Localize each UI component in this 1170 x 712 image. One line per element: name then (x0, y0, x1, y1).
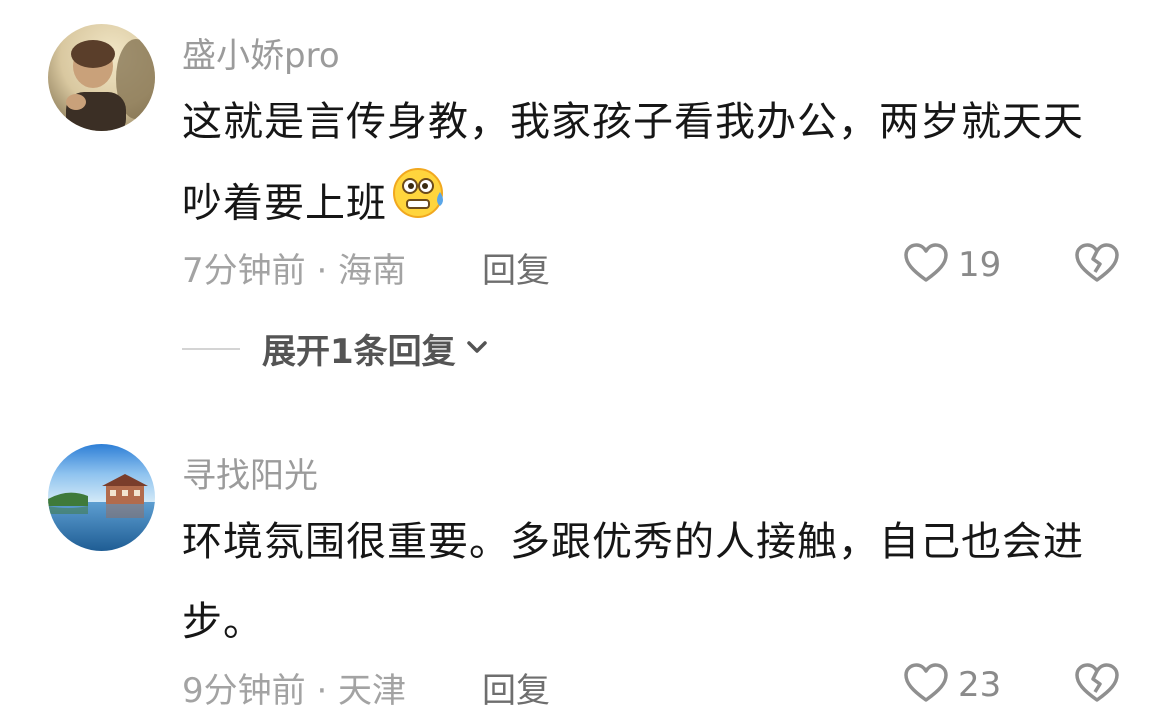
like-button[interactable]: 23 (902, 659, 1001, 711)
expand-replies-button[interactable]: 展开1条回复 (182, 324, 490, 373)
divider-line (182, 347, 240, 350)
heart-outline-icon (902, 659, 950, 711)
avatar[interactable] (48, 444, 155, 551)
avatar[interactable] (48, 24, 155, 131)
reply-button[interactable]: 回复 (482, 243, 550, 292)
time-location: 7分钟前 · 海南 (182, 251, 407, 291)
like-count: 19 (958, 245, 1002, 285)
heart-outline-icon (902, 239, 950, 291)
broken-heart-icon[interactable] (1073, 239, 1121, 291)
like-button[interactable]: 19 (902, 239, 1001, 291)
username[interactable]: 盛小娇pro (182, 28, 340, 77)
reply-button[interactable]: 回复 (482, 663, 550, 712)
comment-text: 这就是言传身教，我家孩子看我办公，两岁就天天吵着要上班 (182, 82, 1122, 249)
time-location: 9分钟前 · 天津 (182, 671, 407, 711)
comment-text-content: 这就是言传身教，我家孩子看我办公，两岁就天天吵着要上班 (182, 99, 1084, 227)
comment-text: 环境氛围很重要。多跟优秀的人接触，自己也会进步。 (182, 519, 1084, 645)
username[interactable]: 寻找阳光 (182, 448, 318, 497)
like-count: 23 (958, 665, 1002, 705)
comment-item: 盛小娇pro 这就是言传身教，我家孩子看我办公，两岁就天天吵着要上班 7分钟前 … (0, 0, 1170, 400)
expand-replies-label: 展开1条回复 (262, 332, 456, 372)
anxious-sweat-face-emoji (389, 162, 449, 249)
chevron-down-icon (464, 334, 490, 364)
broken-heart-icon[interactable] (1073, 659, 1121, 711)
comment-item: 寻找阳光 环境氛围很重要。多跟优秀的人接触，自己也会进步。 9分钟前 · 天津 … (0, 400, 1170, 711)
